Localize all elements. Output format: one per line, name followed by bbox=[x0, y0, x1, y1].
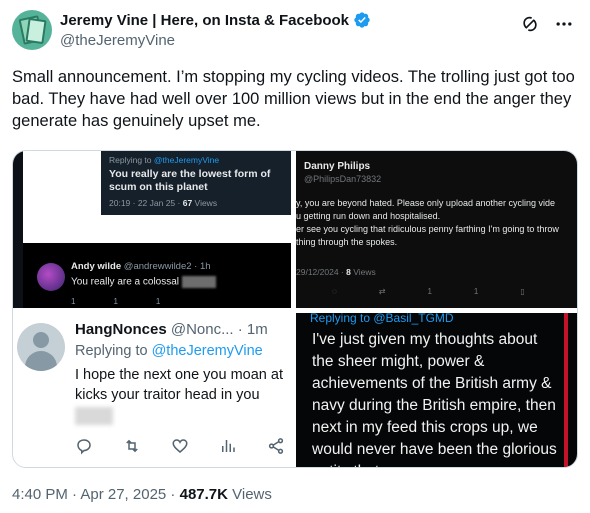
screenshot-count: 1 bbox=[71, 297, 76, 306]
censor-blur bbox=[75, 407, 113, 425]
screenshot-reply-text: I've just given my thoughts about the sh… bbox=[312, 331, 557, 467]
author-display-name[interactable]: Jeremy Vine | Here, on Insta & Facebook bbox=[60, 12, 349, 29]
header-actions bbox=[520, 14, 574, 34]
screenshot-reply-icon: ◌ bbox=[332, 287, 337, 296]
screenshot-reply-text: I hope the next one you moan at kicks yo… bbox=[75, 367, 283, 403]
media-image-1[interactable]: Replying to @theJeremyVine You really ar… bbox=[13, 151, 291, 308]
author-name-row: Jeremy Vine | Here, on Insta & Facebook bbox=[60, 11, 371, 29]
screenshot-bookmark-icon: ▯ bbox=[520, 287, 525, 296]
screenshot-actions: 1 1 1 bbox=[71, 297, 160, 306]
screenshot-meta: 29/12/2024 · 8 Views bbox=[296, 267, 376, 277]
screenshot-reply-card: Replying to @theJeremyVine You really ar… bbox=[101, 151, 291, 215]
screenshot-default-avatar bbox=[17, 323, 65, 371]
screenshot-tweet-text: y, you are beyond hated. Please only upl… bbox=[296, 198, 559, 247]
more-icon[interactable] bbox=[554, 14, 574, 34]
tweet-media-grid[interactable]: Replying to @theJeremyVine You really ar… bbox=[12, 150, 578, 468]
tweet-header: Jeremy Vine | Here, on Insta & Facebook … bbox=[12, 10, 578, 54]
share-icon bbox=[268, 438, 284, 454]
views-icon bbox=[222, 440, 235, 452]
tweet-timestamp[interactable]: 4:40 PM · Apr 27, 2025 bbox=[12, 486, 166, 503]
screenshot-lower-reply: Andy wilde @andrewwilde2 · 1h You really… bbox=[23, 243, 291, 308]
screenshot-author-name: Danny Philips bbox=[304, 161, 371, 172]
screenshot-author: Andy wilde @andrewwilde2 · 1h bbox=[71, 261, 211, 272]
like-icon bbox=[172, 439, 188, 453]
screenshot-actions bbox=[75, 437, 285, 455]
views-count: 487.7K bbox=[179, 486, 228, 503]
red-annotation-line bbox=[564, 313, 568, 467]
screenshot-reply-text: You really are the lowest form of scum o… bbox=[109, 168, 271, 193]
screenshot-retweet-icon: ⇄ bbox=[378, 287, 386, 296]
screenshot-author-handle: @PhilipsDan73832 bbox=[304, 174, 382, 184]
media-image-3[interactable]: HangNonces @Nonc... · 1m Replying to @th… bbox=[13, 313, 291, 467]
retweet-icon bbox=[126, 439, 138, 453]
replying-to-label: Replying to @Basil_TGMD bbox=[310, 313, 454, 325]
screenshot-count: 1 bbox=[427, 287, 432, 296]
screenshot-actions: ◌ ⇄ 1 1 ▯ bbox=[332, 287, 525, 296]
tweet-meta: 4:40 PM · Apr 27, 2025 · 487.7K Views bbox=[12, 486, 272, 503]
media-image-4[interactable]: Replying to @Basil_TGMD I've just given … bbox=[296, 313, 577, 467]
replying-to-label: Replying to @theJeremyVine bbox=[75, 343, 263, 359]
author-handle[interactable]: @theJeremyVine bbox=[60, 32, 175, 49]
screenshot-avatar bbox=[37, 263, 65, 291]
reply-icon bbox=[77, 439, 91, 455]
screenshot-count: 1 bbox=[113, 297, 118, 306]
screenshot-count: 1 bbox=[155, 297, 161, 306]
screenshot-count: 1 bbox=[473, 287, 479, 296]
replying-to-label: Replying to @theJeremyVine bbox=[109, 155, 220, 165]
screenshot-lower-text: You really are a colossal bbox=[71, 276, 217, 288]
tweet-text: Small announcement. I’m stopping my cycl… bbox=[12, 68, 575, 130]
screenshot-author: HangNonces @Nonc... · 1m bbox=[75, 321, 268, 338]
author-avatar[interactable] bbox=[12, 10, 52, 50]
views-label: Views bbox=[227, 486, 272, 503]
image-edge bbox=[13, 151, 23, 308]
verified-badge-icon bbox=[354, 12, 370, 28]
media-image-2[interactable]: Danny Philips @PhilipsDan73832 y, you ar… bbox=[296, 151, 577, 308]
censor-blur bbox=[182, 276, 217, 288]
grok-icon[interactable] bbox=[520, 14, 540, 34]
screenshot-reply-meta: 20:19 · 22 Jan 25 · 67 Views bbox=[109, 198, 218, 208]
